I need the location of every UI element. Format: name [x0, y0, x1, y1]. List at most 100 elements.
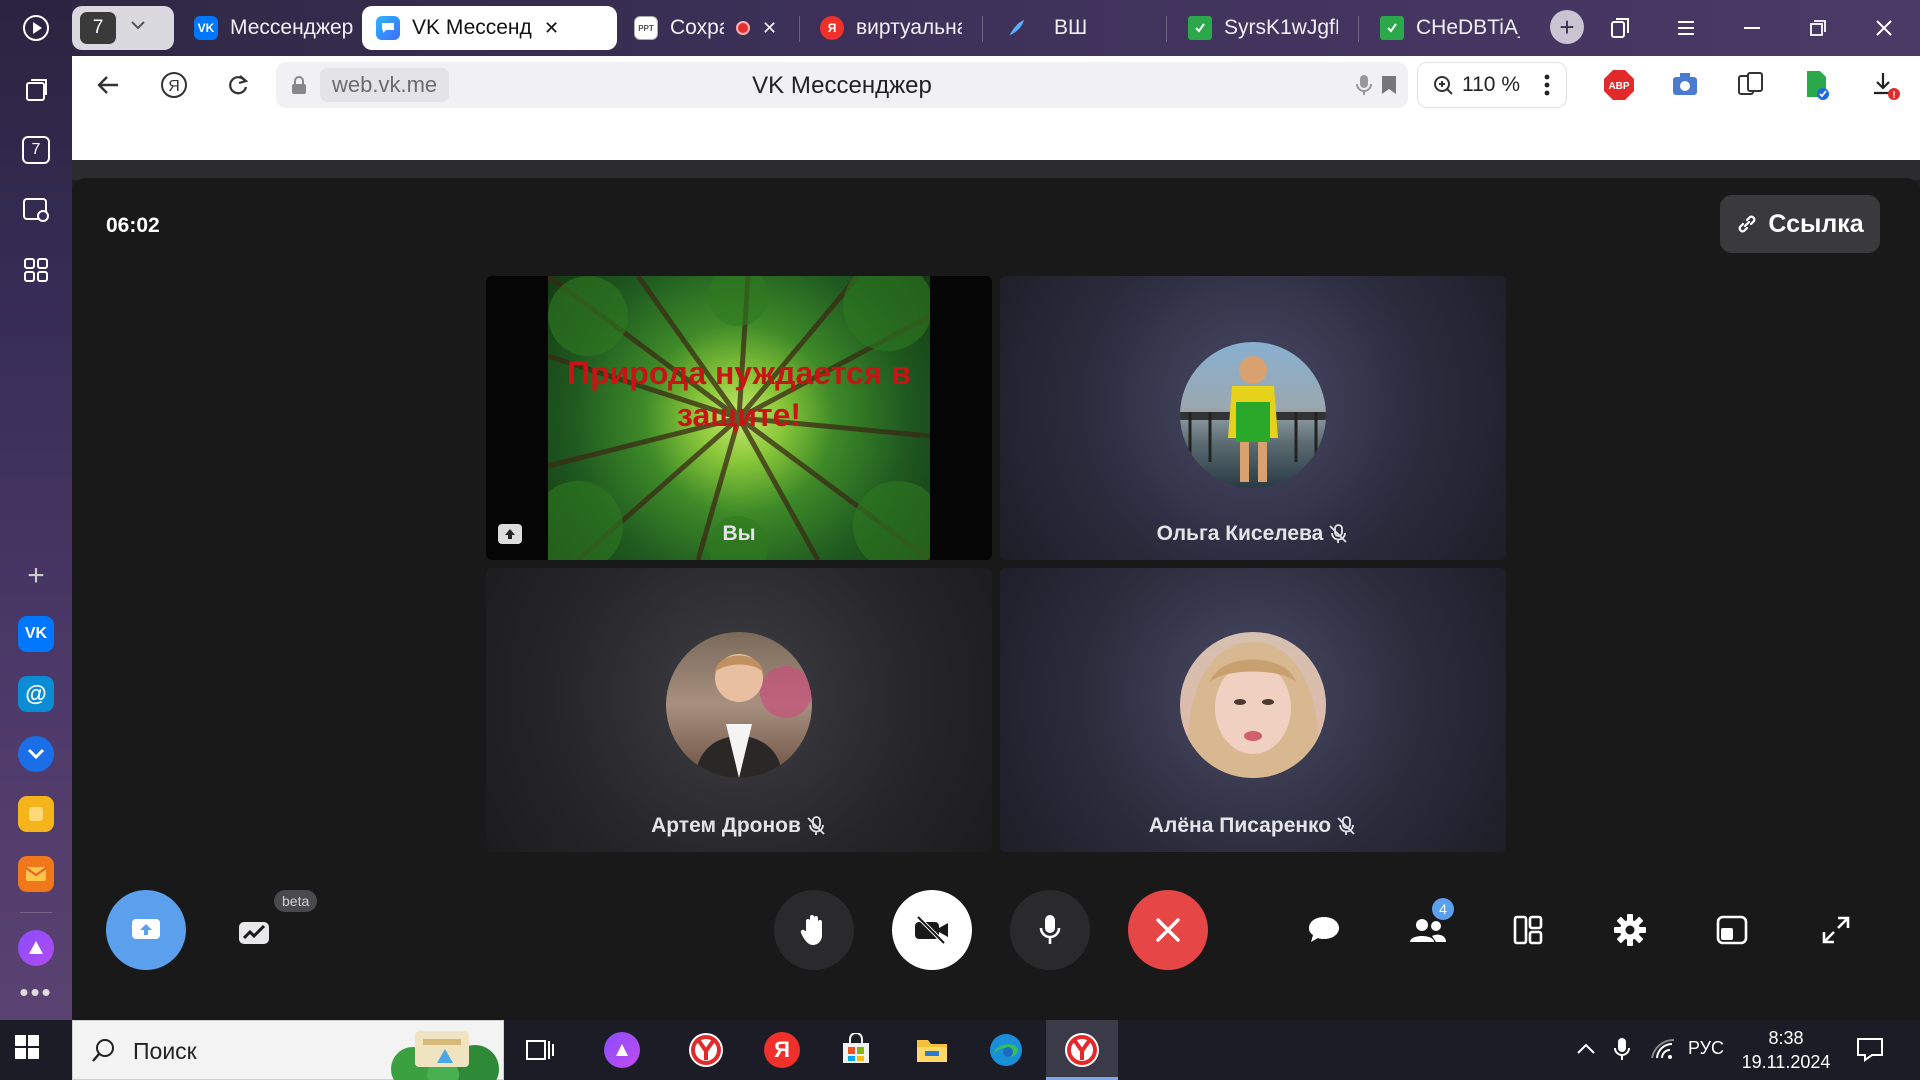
yandex-browser-taskbar-icon[interactable]: [686, 1030, 726, 1070]
menu-icon[interactable]: [1666, 8, 1706, 48]
url-field[interactable]: web.vk.me VK Мессенджер: [276, 62, 1408, 108]
disk-app-icon[interactable]: [18, 736, 54, 772]
tab-label: виртуальная: [856, 16, 962, 39]
tab-count-badge: 7: [80, 12, 116, 44]
minimize-call-button[interactable]: [1704, 902, 1760, 958]
yandex-browser-active-icon[interactable]: [1062, 1030, 1102, 1070]
chevron-up-icon[interactable]: [1576, 1040, 1596, 1061]
screenshot-ext-icon[interactable]: [1668, 68, 1702, 102]
reload-icon[interactable]: [218, 65, 258, 105]
tab-sheet-2[interactable]: CHeDBTiA_9: [1366, 6, 1534, 50]
tray-microphone-icon[interactable]: [1614, 1036, 1630, 1067]
raise-hand-button[interactable]: [774, 890, 854, 970]
microphone-icon: [1039, 915, 1061, 944]
screen: 7 + VK @ ••• 7 VK Мессенджер VK Мессенд …: [0, 0, 1920, 1080]
shared-screen-preview: Природа нуждается в защите!: [548, 276, 930, 560]
end-call-button[interactable]: [1128, 890, 1208, 970]
bookmarks-panel-icon[interactable]: [1600, 8, 1640, 48]
recording-icon: [736, 21, 750, 35]
windows-start-icon[interactable]: [14, 1034, 46, 1066]
clock-time: 8:38: [1768, 1028, 1804, 1048]
participant-tile-artem[interactable]: Артем Дронов: [486, 568, 992, 852]
play-icon[interactable]: [12, 4, 60, 52]
tabs-count-icon[interactable]: 7: [12, 126, 60, 174]
taskbar-search-box[interactable]: Поиск: [72, 1020, 504, 1080]
close-icon[interactable]: ✕: [762, 18, 777, 39]
adblock-icon[interactable]: ABP: [1602, 68, 1636, 102]
alice-taskbar-icon[interactable]: [602, 1030, 642, 1070]
gear-icon: [1614, 914, 1646, 946]
participant-name: Артем Дронов: [486, 814, 992, 838]
microphone-icon[interactable]: [1356, 73, 1372, 102]
settings-button[interactable]: [1602, 902, 1658, 958]
language-indicator[interactable]: РУС: [1688, 1038, 1724, 1059]
tab-sheet-1[interactable]: SyrsK1wJgfD: [1174, 6, 1352, 50]
file-explorer-icon[interactable]: [912, 1030, 952, 1070]
alice-app-icon[interactable]: [18, 930, 54, 966]
more-vertical-icon[interactable]: [1530, 68, 1564, 102]
taskbar-clock[interactable]: 8:38 19.11.2024: [1730, 1026, 1842, 1074]
windows-taskbar: Поиск Я РУС 8:38 19.11.2024: [0, 1020, 1920, 1080]
yandex-icon: Я: [820, 16, 844, 40]
notes-app-icon[interactable]: [18, 796, 54, 832]
share-screen-button[interactable]: [106, 890, 186, 970]
restore-icon[interactable]: [1798, 8, 1838, 48]
vk-app-icon[interactable]: VK: [18, 616, 54, 652]
microphone-button[interactable]: [1010, 890, 1090, 970]
avatar: [1180, 342, 1326, 488]
slide-text: Природа нуждается в защите!: [567, 355, 911, 433]
vk-icon: VK: [194, 16, 218, 40]
tab-label: ВШ: [1054, 16, 1088, 39]
tab-virtual[interactable]: Я виртуальная: [806, 6, 976, 50]
letters-app-icon[interactable]: [18, 856, 54, 892]
participants-button[interactable]: 4: [1400, 898, 1456, 958]
close-icon[interactable]: ✕: [544, 18, 559, 39]
bookmark-icon[interactable]: [1380, 74, 1398, 101]
layout-button[interactable]: [1500, 902, 1556, 958]
collections-icon[interactable]: [12, 66, 60, 114]
copy-link-button[interactable]: Ссылка: [1720, 195, 1880, 253]
tab-vk-messenger[interactable]: VK Мессенджер ✕: [362, 6, 617, 50]
yandex-home-icon[interactable]: Я: [154, 65, 194, 105]
participant-tile-alena[interactable]: Алёна Писаренко: [1000, 568, 1506, 852]
fullscreen-button[interactable]: [1808, 902, 1864, 958]
task-view-icon[interactable]: [520, 1030, 560, 1070]
chat-button[interactable]: [1296, 902, 1352, 958]
yandex-taskbar-icon[interactable]: Я: [762, 1030, 802, 1070]
new-tab-button[interactable]: +: [1550, 10, 1584, 44]
participant-name-label: Вы: [722, 522, 756, 545]
wifi-icon[interactable]: [1650, 1038, 1676, 1065]
search-icon: [92, 1039, 114, 1062]
participant-name: Ольга Киселева: [1000, 522, 1506, 546]
edge-icon[interactable]: [986, 1030, 1026, 1070]
minimize-icon[interactable]: [1732, 8, 1772, 48]
picture-in-picture-icon: [1716, 915, 1748, 945]
download-icon[interactable]: !: [1868, 68, 1902, 102]
more-icon[interactable]: •••: [12, 968, 60, 1016]
chat-icon: [1309, 917, 1339, 942]
participant-tile-you[interactable]: Природа нуждается в защите! Вы: [486, 276, 992, 560]
sheets-ext-icon[interactable]: [1800, 68, 1834, 102]
close-window-icon[interactable]: [1864, 8, 1904, 48]
tab-separator: [1358, 16, 1359, 42]
mic-muted-icon: [1329, 524, 1347, 543]
tab-label: VK Мессенджер: [412, 16, 532, 39]
copy-link-label: Ссылка: [1768, 209, 1864, 238]
camera-off-button[interactable]: [892, 890, 972, 970]
screenshot-icon[interactable]: [12, 186, 60, 234]
translate-ext-icon[interactable]: [1734, 68, 1768, 102]
zoom-label: 110 %: [1462, 73, 1520, 96]
apps-grid-icon[interactable]: [12, 246, 60, 294]
participant-tile-olga[interactable]: Ольга Киселева: [1000, 276, 1506, 560]
add-app-icon[interactable]: +: [12, 552, 60, 600]
mail-app-icon[interactable]: @: [18, 676, 54, 712]
draw-button[interactable]: [228, 904, 284, 960]
tab-saved[interactable]: PPT Сохран ✕: [620, 6, 792, 50]
tab-bar: 7 VK Мессенджер VK Мессенджер ✕ PPT Сохр…: [72, 0, 1920, 56]
store-taskbar-icon[interactable]: [836, 1030, 876, 1070]
notifications-icon[interactable]: [1856, 1036, 1884, 1067]
tab-vsh[interactable]: ВШ: [990, 6, 1170, 50]
back-icon[interactable]: [88, 65, 128, 105]
tab-separator: [799, 16, 800, 42]
tab-groups-button[interactable]: 7: [72, 6, 174, 50]
